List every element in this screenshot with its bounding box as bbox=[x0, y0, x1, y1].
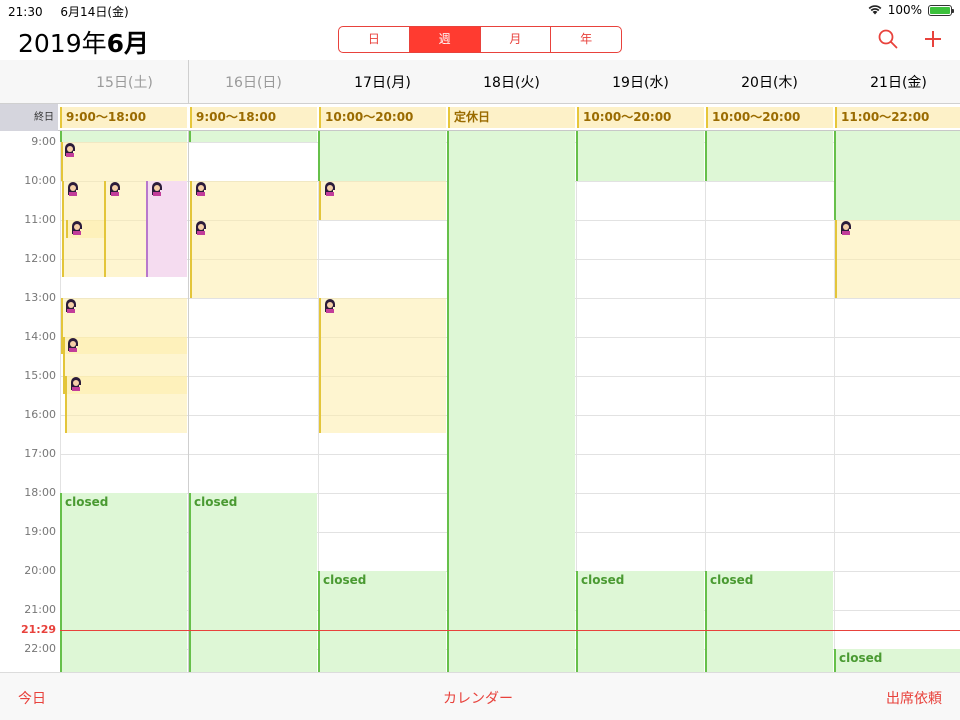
customer-avatar-icon bbox=[71, 377, 81, 391]
day-header-sat[interactable]: 15日(土) bbox=[60, 72, 189, 92]
customer-avatar-icon bbox=[325, 299, 335, 313]
current-time-label: 21:29 bbox=[20, 623, 56, 636]
segment-month[interactable]: 月 bbox=[481, 27, 552, 52]
customer-avatar-icon bbox=[110, 182, 120, 196]
current-time-line bbox=[60, 630, 960, 631]
day-header-wed[interactable]: 19日(水) bbox=[576, 72, 705, 92]
open-block[interactable] bbox=[834, 131, 960, 220]
today-divider bbox=[188, 60, 189, 104]
booking-event[interactable] bbox=[65, 376, 187, 433]
customer-avatar-icon bbox=[68, 182, 78, 196]
hour-label: 21:00 bbox=[24, 603, 56, 616]
closed-label: closed bbox=[65, 495, 109, 509]
closed-event[interactable]: closed bbox=[705, 571, 833, 672]
segment-day[interactable]: 日 bbox=[339, 27, 410, 52]
segment-year[interactable]: 年 bbox=[551, 27, 621, 52]
day-header-fri[interactable]: 21日(金) bbox=[834, 72, 960, 92]
hour-label: 20:00 bbox=[24, 564, 56, 577]
search-icon[interactable] bbox=[877, 28, 899, 50]
customer-avatar-icon bbox=[66, 299, 76, 313]
day-header-mon[interactable]: 17日(月) bbox=[318, 72, 447, 92]
booking-event[interactable] bbox=[319, 298, 446, 433]
hour-label: 17:00 bbox=[24, 447, 56, 460]
customer-avatar-icon bbox=[196, 221, 206, 235]
booking-event[interactable] bbox=[190, 220, 317, 298]
hour-label: 13:00 bbox=[24, 291, 56, 304]
booking-event[interactable] bbox=[835, 220, 960, 298]
all-day-row: 終日 9:00〜18:00 9:00〜18:00 10:00〜20:00 定休日… bbox=[0, 104, 960, 131]
hour-label: 11:00 bbox=[24, 213, 56, 226]
holiday-block[interactable] bbox=[447, 131, 575, 672]
all-day-event[interactable]: 10:00〜20:00 bbox=[706, 107, 833, 128]
hour-label: 14:00 bbox=[24, 330, 56, 343]
all-day-event[interactable]: 9:00〜18:00 bbox=[60, 107, 187, 128]
day-header-sun[interactable]: 16日(日) bbox=[189, 72, 318, 92]
hour-label: 9:00 bbox=[31, 135, 56, 148]
closed-event[interactable]: closed bbox=[834, 649, 960, 672]
booking-event[interactable] bbox=[190, 181, 317, 220]
all-day-event[interactable]: 11:00〜22:00 bbox=[835, 107, 960, 128]
title-month: 6月 bbox=[106, 29, 150, 58]
view-segmented-control: 日 週 月 年 bbox=[338, 26, 622, 53]
battery-percent: 100% bbox=[887, 3, 922, 17]
booking-event[interactable] bbox=[61, 142, 187, 181]
customer-avatar-icon bbox=[152, 182, 162, 196]
invitations-button[interactable]: 出席依頼 bbox=[886, 688, 942, 708]
customer-avatar-icon bbox=[196, 182, 206, 196]
hour-label: 19:00 bbox=[24, 525, 56, 538]
segment-week[interactable]: 週 bbox=[409, 27, 481, 52]
day-header-thu[interactable]: 20日(木) bbox=[705, 72, 834, 92]
add-event-icon[interactable] bbox=[922, 28, 944, 50]
week-day-header: 15日(土) 16日(日) 17日(月) 18日(火) 19日(水) 20日(木… bbox=[0, 60, 960, 104]
open-block[interactable] bbox=[705, 131, 833, 181]
today-button[interactable]: 今日 bbox=[18, 688, 46, 708]
all-day-event[interactable]: 9:00〜18:00 bbox=[190, 107, 317, 128]
closed-label: closed bbox=[710, 573, 754, 587]
open-block[interactable] bbox=[576, 131, 704, 181]
closed-event[interactable]: closed bbox=[60, 493, 187, 672]
closed-label: closed bbox=[323, 573, 367, 587]
page-title: 2019年6月 bbox=[18, 24, 149, 60]
open-block[interactable] bbox=[189, 131, 317, 142]
open-block[interactable] bbox=[60, 131, 187, 142]
customer-avatar-icon bbox=[325, 182, 335, 196]
day-header-tue[interactable]: 18日(火) bbox=[447, 72, 576, 92]
closed-event[interactable]: closed bbox=[189, 493, 317, 672]
customer-avatar-icon bbox=[68, 338, 78, 352]
open-block[interactable] bbox=[318, 131, 446, 181]
battery-icon bbox=[928, 4, 954, 16]
all-day-event[interactable]: 10:00〜20:00 bbox=[319, 107, 446, 128]
closed-label: closed bbox=[581, 573, 625, 587]
closed-label: closed bbox=[194, 495, 238, 509]
hour-label: 18:00 bbox=[24, 486, 56, 499]
status-date: 6月14日(金) bbox=[60, 5, 129, 19]
closed-event[interactable]: closed bbox=[318, 571, 446, 672]
customer-avatar-icon bbox=[841, 221, 851, 235]
status-bar: 21:30 6月14日(金) 100% bbox=[0, 0, 960, 20]
calendars-button[interactable]: カレンダー bbox=[443, 688, 513, 708]
time-grid[interactable]: 9:00 10:00 11:00 12:00 13:00 14:00 15:00… bbox=[0, 131, 960, 672]
bottom-toolbar: 今日 カレンダー 出席依頼 bbox=[0, 672, 960, 720]
customer-avatar-icon bbox=[65, 143, 75, 157]
status-time: 21:30 bbox=[8, 5, 43, 19]
title-year: 2019年 bbox=[18, 29, 107, 58]
all-day-event[interactable]: 10:00〜20:00 bbox=[577, 107, 704, 128]
booking-event[interactable] bbox=[319, 181, 446, 220]
hour-label: 16:00 bbox=[24, 408, 56, 421]
closed-label: closed bbox=[839, 651, 883, 665]
closed-event[interactable]: closed bbox=[576, 571, 704, 672]
wifi-icon bbox=[868, 5, 882, 15]
hour-label: 15:00 bbox=[24, 369, 56, 382]
all-day-event[interactable]: 定休日 bbox=[448, 107, 575, 128]
all-day-label: 終日 bbox=[0, 104, 58, 131]
hour-label: 10:00 bbox=[24, 174, 56, 187]
hour-label: 22:00 bbox=[24, 642, 56, 655]
hour-label: 12:00 bbox=[24, 252, 56, 265]
customer-avatar-icon bbox=[72, 221, 82, 235]
